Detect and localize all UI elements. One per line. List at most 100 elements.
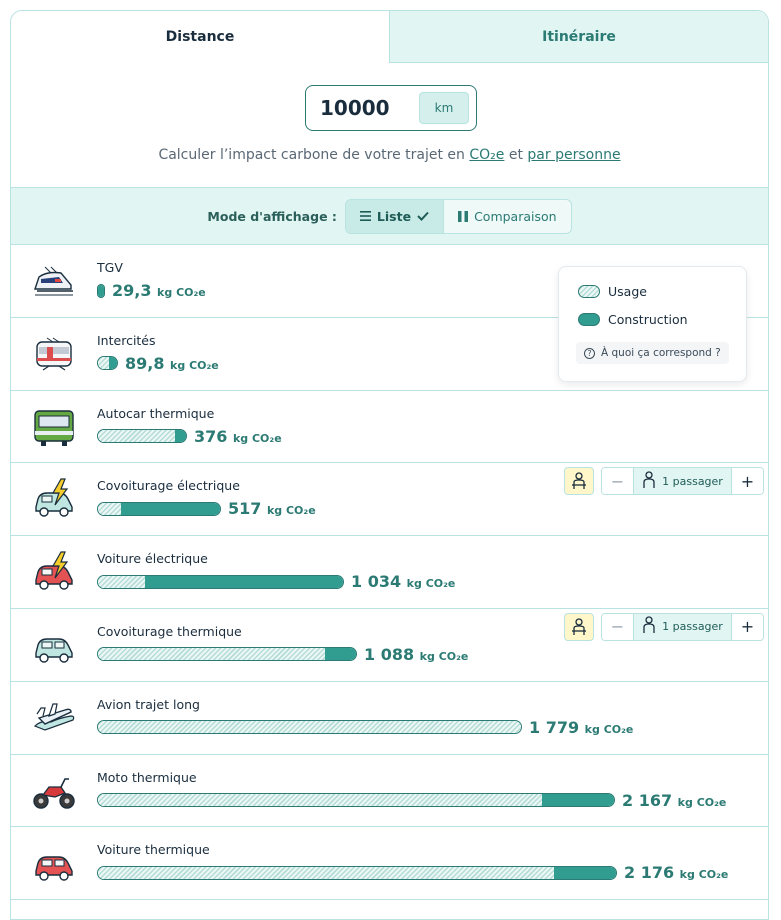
- display-mode-label: Mode d'affichage :: [207, 208, 337, 224]
- distance-input[interactable]: 10000: [320, 96, 416, 120]
- emission-value: 1 779 kg CO₂e: [529, 717, 634, 737]
- co2-link[interactable]: CO₂e: [469, 147, 504, 163]
- emission-unit: kg CO₂e: [232, 431, 282, 445]
- emission-bar-wrap: 89,8 kg CO₂e: [97, 354, 219, 373]
- remove-passenger-button[interactable]: −: [602, 613, 633, 640]
- legend-help-label: À quoi ça correspond ?: [601, 347, 721, 359]
- emission-bar-wrap: 1 088 kg CO₂e: [97, 645, 468, 664]
- display-mode-toggle: Liste Comparaison: [344, 198, 572, 234]
- transport-name: TGV: [97, 260, 123, 275]
- usage-segment: [98, 575, 145, 588]
- emission-value: 2 176 kg CO₂e: [624, 863, 729, 883]
- emission-bar: [97, 283, 105, 298]
- emission-value: 376 kg CO₂e: [194, 426, 282, 446]
- emission-bar: [97, 720, 522, 735]
- mode-list-button[interactable]: Liste: [345, 199, 444, 233]
- construction-segment: [144, 575, 343, 588]
- help-icon: ?: [584, 347, 595, 359]
- calc-text-middle: et: [504, 147, 528, 163]
- usage-segment: [98, 502, 122, 515]
- transport-name: Moto thermique: [97, 769, 197, 785]
- legend-construction: Construction: [578, 312, 688, 327]
- usage-segment: [98, 721, 521, 734]
- emission-unit: kg CO₂e: [170, 358, 219, 372]
- emission-bar: [97, 793, 615, 808]
- mode-comparison-button[interactable]: Comparaison: [443, 199, 571, 233]
- emission-value: 1 088 kg CO₂e: [364, 644, 469, 664]
- construction-segment: [98, 284, 104, 297]
- passenger-stepper: − 1 passager +: [601, 612, 764, 641]
- passenger-count: 1 passager: [633, 468, 732, 495]
- columns-icon: [458, 210, 469, 222]
- emission-unit: kg CO₂e: [266, 504, 316, 518]
- passenger-count: 1 passager: [633, 613, 732, 640]
- usage-segment: [98, 648, 326, 661]
- emission-bar-wrap: 29,3 kg CO₂e: [97, 281, 206, 300]
- usage-segment: [98, 357, 110, 370]
- transport-row: Avion trajet long 1 779 kg CO₂e: [11, 682, 768, 755]
- passenger-count-label: 1 passager: [662, 620, 723, 634]
- construction-segment: [174, 430, 186, 443]
- transport-row: Moto thermique 2 167 kg CO₂e: [11, 755, 768, 828]
- usage-segment: [98, 794, 542, 807]
- emission-bar-wrap: 2 167 kg CO₂e: [97, 791, 726, 810]
- tab-distance[interactable]: Distance: [11, 11, 389, 63]
- car-pool-icon: [31, 623, 77, 667]
- motorbike-icon: [31, 769, 77, 813]
- legend-help-button[interactable]: ? À quoi ça correspond ?: [576, 342, 729, 364]
- mode-comparison-label: Comparaison: [474, 208, 557, 224]
- tab-itineraire[interactable]: Itinéraire: [389, 11, 768, 63]
- per-person-link[interactable]: par personne: [527, 147, 620, 163]
- emission-bar-wrap: 1 779 kg CO₂e: [97, 718, 633, 737]
- construction-segment: [121, 502, 220, 515]
- construction-segment: [109, 357, 117, 370]
- emission-value: 89,8 kg CO₂e: [125, 353, 219, 373]
- transport-list: Usage Construction ? À quoi ça correspond…: [11, 245, 768, 901]
- emission-value: 1 034 kg CO₂e: [351, 572, 456, 592]
- emission-bar: [97, 574, 344, 589]
- add-passenger-button[interactable]: +: [732, 468, 763, 495]
- emission-bar: [97, 429, 187, 444]
- train-tgv-icon: [31, 259, 77, 303]
- add-passenger-button[interactable]: +: [732, 613, 763, 640]
- construction-segment: [325, 648, 356, 661]
- transport-name: Avion trajet long: [97, 696, 200, 712]
- transport-name: Covoiturage électrique: [97, 478, 240, 494]
- usage-swatch: [578, 285, 600, 298]
- emission-bar-wrap: 1 034 kg CO₂e: [97, 572, 455, 591]
- driver-seat-icon[interactable]: [564, 612, 594, 641]
- emission-unit: kg CO₂e: [679, 868, 729, 882]
- legend-construction-label: Construction: [608, 312, 688, 327]
- electric-car-pool-icon: [31, 477, 77, 521]
- transport-name: Autocar thermique: [97, 405, 215, 421]
- transport-row: Covoiturage électrique 517 kg CO₂e − 1 pass…: [11, 463, 768, 537]
- transport-row: Voiture électrique 1 034 kg CO₂e: [11, 536, 768, 609]
- construction-swatch: [578, 313, 600, 326]
- bus-icon: [31, 405, 77, 449]
- display-mode-bar: Mode d'affichage : Liste Comparaison: [11, 188, 768, 245]
- plane-icon: [31, 696, 77, 740]
- distance-unit: km: [419, 92, 469, 124]
- remove-passenger-button[interactable]: −: [602, 468, 633, 495]
- legend-usage-label: Usage: [608, 284, 647, 299]
- emission-unit: kg CO₂e: [677, 795, 727, 809]
- legend-usage: Usage: [578, 284, 647, 299]
- emission-unit: kg CO₂e: [406, 577, 456, 591]
- calc-description: Calculer l’impact carbone de votre traje…: [11, 147, 768, 163]
- transport-row: Covoiturage thermique 1 088 kg CO₂e − 1 pas…: [11, 609, 768, 682]
- mode-list-label: Liste: [376, 208, 412, 224]
- emission-unit: kg CO₂e: [584, 722, 634, 736]
- driver-seat-icon[interactable]: [564, 467, 594, 496]
- usage-segment: [98, 866, 554, 879]
- emission-bar-wrap: 2 176 kg CO₂e: [97, 863, 728, 882]
- distance-field[interactable]: 10000 km: [305, 85, 477, 131]
- transport-name: Voiture électrique: [97, 551, 208, 567]
- list-icon: [359, 211, 371, 221]
- passenger-control: − 1 passager +: [564, 467, 764, 496]
- calc-text-before: Calculer l’impact carbone de votre traje…: [158, 147, 470, 163]
- passenger-control: − 1 passager +: [564, 612, 764, 641]
- tabs: Distance Itinéraire: [11, 11, 768, 63]
- transport-name: Voiture thermique: [97, 842, 210, 858]
- transport-name: Intercités: [97, 332, 156, 348]
- transport-row: Voiture thermique 2 176 kg CO₂e: [11, 827, 768, 901]
